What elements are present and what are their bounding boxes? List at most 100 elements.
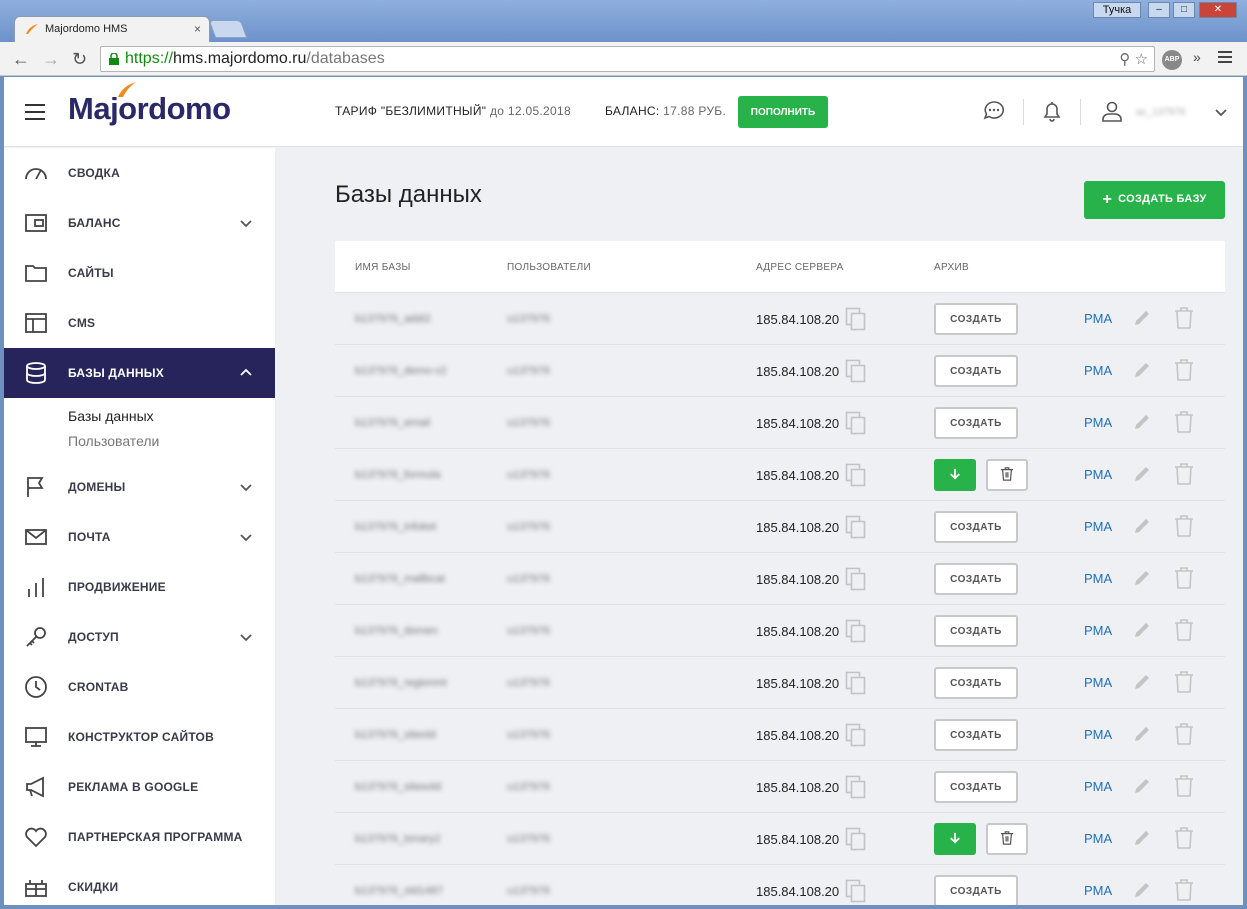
logo[interactable]: Majordomo [68,91,231,127]
trash-icon[interactable] [1173,774,1195,798]
trash-icon[interactable] [1173,878,1195,902]
sidebar-item-site-builder[interactable]: КОНСТРУКТОР САЙТОВ [4,712,275,762]
edit-pencil-icon[interactable] [1132,568,1152,588]
phpmyadmin-link[interactable]: PMA [1084,467,1112,482]
edit-pencil-icon[interactable] [1132,516,1152,536]
copy-icon[interactable] [845,515,867,539]
trash-icon[interactable] [1173,566,1195,590]
sidebar-item-domains[interactable]: ДОМЕНЫ [4,462,275,512]
user-avatar-icon[interactable] [1100,99,1124,123]
create-database-button[interactable]: + СОЗДАТЬ БАЗУ [1084,181,1225,219]
delete-archive-button[interactable] [986,823,1028,855]
edit-pencil-icon[interactable] [1132,776,1152,796]
sidebar-item-google-ads[interactable]: РЕКЛАМА В GOOGLE [4,762,275,812]
username[interactable]: ac_137976 [1136,107,1186,118]
hamburger-menu-icon[interactable] [25,104,45,125]
edit-pencil-icon[interactable] [1132,464,1152,484]
window-user-badge[interactable]: Тучка [1093,2,1141,18]
phpmyadmin-link[interactable]: PMA [1084,311,1112,326]
phpmyadmin-link[interactable]: PMA [1084,727,1112,742]
phpmyadmin-link[interactable]: PMA [1084,519,1112,534]
copy-icon[interactable] [845,723,867,747]
create-archive-button[interactable]: СОЗДАТЬ [934,719,1018,751]
phpmyadmin-link[interactable]: PMA [1084,623,1112,638]
copy-icon[interactable] [845,307,867,331]
edit-pencil-icon[interactable] [1132,672,1152,692]
trash-icon[interactable] [1173,514,1195,538]
trash-icon[interactable] [1173,410,1195,434]
download-archive-button[interactable] [934,823,976,855]
edit-pencil-icon[interactable] [1132,724,1152,744]
window-close-icon[interactable]: ✕ [1199,2,1237,18]
copy-icon[interactable] [845,827,867,851]
edit-pencil-icon[interactable] [1132,620,1152,640]
copy-icon[interactable] [845,775,867,799]
phpmyadmin-link[interactable]: PMA [1084,415,1112,430]
create-archive-button[interactable]: СОЗДАТЬ [934,407,1018,439]
sidebar-subitem-databases[interactable]: Базы данных [68,408,154,424]
create-archive-button[interactable]: СОЗДАТЬ [934,615,1018,647]
key-icon[interactable]: ⚲ [1119,51,1130,68]
address-bar[interactable]: https://hms.majordomo.ru/databases ⚲ ☆ [100,46,1155,72]
edit-pencil-icon[interactable] [1132,360,1152,380]
copy-icon[interactable] [845,619,867,643]
create-archive-button[interactable]: СОЗДАТЬ [934,563,1018,595]
sidebar-item-databases[interactable]: БАЗЫ ДАННЫХ [4,348,275,398]
create-archive-button[interactable]: СОЗДАТЬ [934,303,1018,335]
chat-icon[interactable] [982,99,1006,123]
sidebar-item-promotion[interactable]: ПРОДВИЖЕНИЕ [4,562,275,612]
copy-icon[interactable] [845,463,867,487]
reload-icon[interactable]: ↻ [72,49,87,69]
back-icon[interactable]: ← [12,49,30,69]
sidebar-item-balance[interactable]: БАЛАНС [4,198,275,248]
edit-pencil-icon[interactable] [1132,308,1152,328]
copy-icon[interactable] [845,567,867,591]
phpmyadmin-link[interactable]: PMA [1084,831,1112,846]
sidebar-subitem-users[interactable]: Пользователи [68,433,159,449]
edit-pencil-icon[interactable] [1132,412,1152,432]
minimize-icon[interactable]: – [1148,2,1170,18]
chevron-down-icon[interactable] [1214,105,1228,119]
phpmyadmin-link[interactable]: PMA [1084,883,1112,898]
sidebar-item-mail[interactable]: ПОЧТА [4,512,275,562]
phpmyadmin-link[interactable]: PMA [1084,779,1112,794]
sidebar-item-sites[interactable]: САЙТЫ [4,248,275,298]
create-archive-button[interactable]: СОЗДАТЬ [934,511,1018,543]
create-archive-button[interactable]: СОЗДАТЬ [934,875,1018,905]
new-tab-button[interactable] [208,20,248,38]
adblock-icon[interactable]: ABP [1162,50,1182,70]
sidebar-item-crontab[interactable]: CRONTAB [4,662,275,712]
edit-pencil-icon[interactable] [1132,880,1152,900]
delete-archive-button[interactable] [986,459,1028,491]
create-archive-button[interactable]: СОЗДАТЬ [934,667,1018,699]
trash-icon[interactable] [1173,722,1195,746]
browser-tab[interactable]: Majordomo HMS × [14,16,210,42]
copy-icon[interactable] [845,879,867,903]
trash-icon[interactable] [1173,670,1195,694]
sidebar-item-summary[interactable]: СВОДКА [4,148,275,198]
maximize-icon[interactable]: □ [1173,2,1195,18]
create-archive-button[interactable]: СОЗДАТЬ [934,771,1018,803]
trash-icon[interactable] [1173,618,1195,642]
download-archive-button[interactable] [934,459,976,491]
forward-icon[interactable]: → [42,49,60,69]
trash-icon[interactable] [1173,306,1195,330]
sidebar-item-discounts[interactable]: СКИДКИ [4,862,275,905]
sidebar-item-partner-program[interactable]: ПАРТНЕРСКАЯ ПРОГРАММА [4,812,275,862]
extensions-overflow-icon[interactable]: » [1193,49,1201,65]
trash-icon[interactable] [1173,462,1195,486]
tab-close-icon[interactable]: × [194,22,201,36]
sidebar-item-access[interactable]: ДОСТУП [4,612,275,662]
trash-icon[interactable] [1173,826,1195,850]
trash-icon[interactable] [1173,358,1195,382]
bookmark-star-icon[interactable]: ☆ [1135,51,1148,68]
browser-menu-icon[interactable] [1218,51,1232,66]
notifications-bell-icon[interactable] [1040,99,1064,123]
sidebar-item-cms[interactable]: CMS [4,298,275,348]
phpmyadmin-link[interactable]: PMA [1084,571,1112,586]
copy-icon[interactable] [845,411,867,435]
edit-pencil-icon[interactable] [1132,828,1152,848]
create-archive-button[interactable]: СОЗДАТЬ [934,355,1018,387]
phpmyadmin-link[interactable]: PMA [1084,363,1112,378]
phpmyadmin-link[interactable]: PMA [1084,675,1112,690]
